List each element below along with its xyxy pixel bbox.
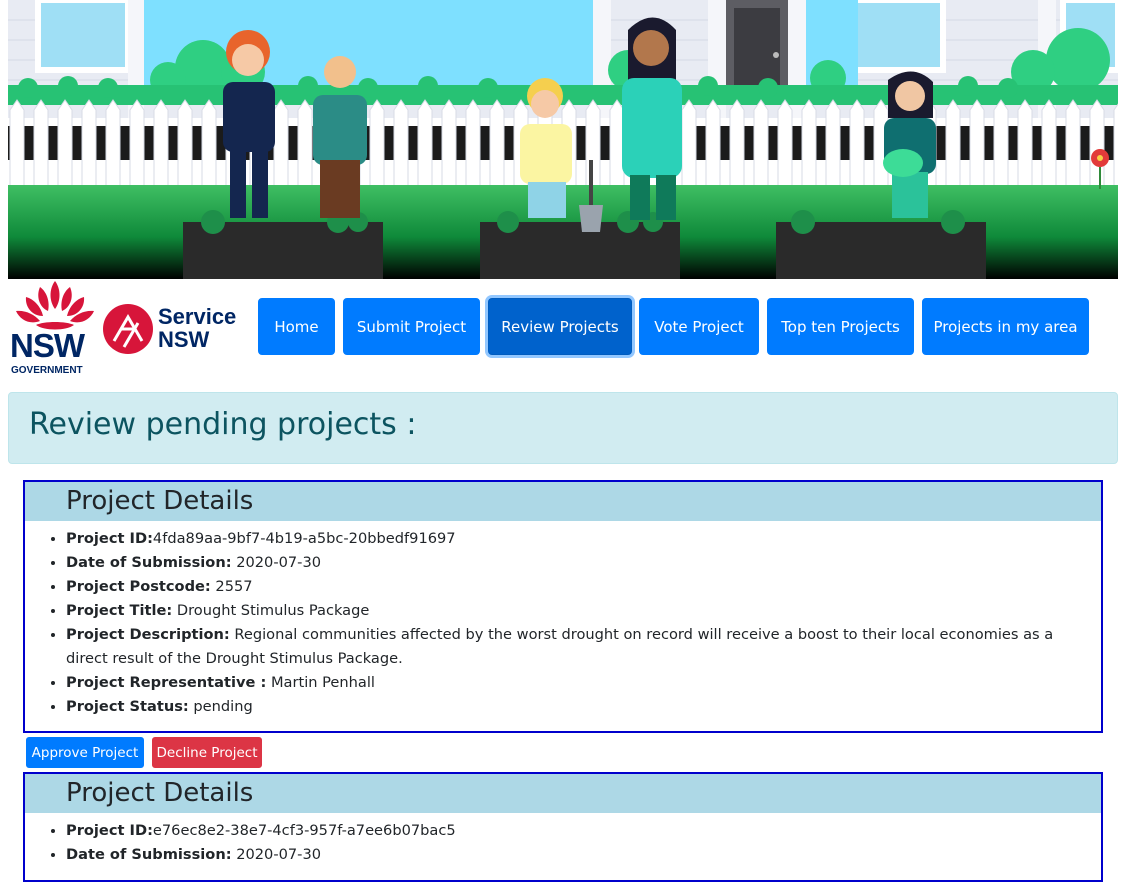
fence-picket — [9, 99, 25, 187]
approve-project-button[interactable]: Approve Project — [26, 737, 144, 768]
project-postcode-value: 2557 — [215, 578, 253, 595]
nav-projects-in-my-area-button[interactable]: Projects in my area — [922, 298, 1089, 355]
project-status-value: pending — [193, 698, 253, 715]
nav-review-projects-button[interactable]: Review Projects — [488, 298, 632, 355]
project-details-list: Project ID:e76ec8e2-38e7-4cf3-957f-a7ee6… — [25, 819, 1101, 867]
fence-picket — [609, 99, 625, 187]
project-date-item: Date of Submission: 2020-07-30 — [66, 843, 1101, 867]
project-date-label: Date of Submission: — [66, 554, 232, 571]
fence-picket — [969, 99, 985, 187]
decline-project-button[interactable]: Decline Project — [152, 737, 262, 768]
fence-picket — [489, 99, 505, 187]
fence-picket — [33, 99, 49, 187]
project-date-value: 2020-07-30 — [236, 846, 322, 863]
nav-home-button[interactable]: Home — [258, 298, 335, 355]
fence-picket — [1017, 99, 1033, 187]
fence-picket — [81, 99, 97, 187]
fence-picket — [801, 99, 817, 187]
logo-area: NSW GOVERNMENT Service NSW — [8, 279, 248, 379]
fence-picket — [1089, 99, 1105, 187]
project-id-value: e76ec8e2-38e7-4cf3-957f-a7ee6b07bac5 — [152, 822, 456, 839]
project-details-heading: Project Details — [25, 774, 1101, 813]
service-nsw-logo: Service NSW — [102, 301, 247, 357]
fence-picket — [105, 99, 121, 187]
project-representative-item: Project Representative : Martin Penhall — [66, 671, 1101, 695]
fence-picket — [825, 99, 841, 187]
project-description-label: Project Description: — [66, 626, 230, 643]
project-status-item: Project Status: pending — [66, 695, 1101, 719]
fence-picket — [153, 99, 169, 187]
nav-top-ten-projects-button[interactable]: Top ten Projects — [767, 298, 914, 355]
page-title: Review pending projects : — [29, 407, 417, 442]
fence-picket — [465, 99, 481, 187]
fence-picket — [1113, 103, 1118, 187]
page-heading-alert: Review pending projects : — [8, 392, 1118, 464]
fence-picket — [369, 99, 385, 187]
project-id-item: Project ID:e76ec8e2-38e7-4cf3-957f-a7ee6… — [66, 819, 1101, 843]
project-title-label: Project Title: — [66, 602, 173, 619]
fence-picket — [1041, 99, 1057, 187]
project-date-value: 2020-07-30 — [236, 554, 322, 571]
project-details-list: Project ID:4fda89aa-9bf7-4b19-a5bc-20bbe… — [25, 527, 1101, 719]
project-status-label: Project Status: — [66, 698, 189, 715]
fence-picket — [945, 99, 961, 187]
project-details-heading: Project Details — [25, 482, 1101, 521]
fence-picket — [993, 99, 1009, 187]
nsw-wordmark: NSW — [10, 327, 85, 364]
nav-submit-project-button[interactable]: Submit Project — [343, 298, 480, 355]
hero-banner-illustration — [8, 0, 1118, 279]
fence-picket — [129, 99, 145, 187]
project-date-label: Date of Submission: — [66, 846, 232, 863]
fence-picket — [705, 99, 721, 187]
government-wordmark: GOVERNMENT — [11, 365, 83, 376]
nsw-government-logo: NSW GOVERNMENT — [8, 279, 100, 377]
fence-picket — [777, 99, 793, 187]
fence-picket — [753, 99, 769, 187]
fence-picket — [441, 99, 457, 187]
service-wordmark-line1: Service — [158, 304, 237, 329]
project-postcode-item: Project Postcode: 2557 — [66, 575, 1101, 599]
project-id-label: Project ID: — [66, 822, 153, 839]
nav-vote-project-button[interactable]: Vote Project — [639, 298, 759, 355]
fence-picket — [177, 99, 193, 187]
fence-picket — [57, 99, 73, 187]
project-id-item: Project ID:4fda89aa-9bf7-4b19-a5bc-20bbe… — [66, 527, 1101, 551]
project-id-value: 4fda89aa-9bf7-4b19-a5bc-20bbedf91697 — [152, 530, 456, 547]
fence-picket — [729, 99, 745, 187]
project-title-item: Project Title: Drought Stimulus Package — [66, 599, 1101, 623]
project-date-item: Date of Submission: 2020-07-30 — [66, 551, 1101, 575]
fence-picket — [417, 99, 433, 187]
fence-picket — [297, 99, 313, 187]
project-representative-value: Martin Penhall — [270, 674, 375, 691]
fence-picket — [393, 99, 409, 187]
service-nsw-wordmark: Service NSW — [158, 305, 236, 351]
project-description-item: Project Description: Regional communitie… — [66, 623, 1101, 671]
fence-picket — [681, 99, 697, 187]
fence-picket — [849, 99, 865, 187]
project-representative-label: Project Representative : — [66, 674, 267, 691]
project-postcode-label: Project Postcode: — [66, 578, 211, 595]
fence-picket — [201, 99, 217, 187]
service-wordmark-line2: NSW — [158, 327, 210, 352]
fence-picket — [1065, 99, 1081, 187]
project-card: Project Details Project ID:e76ec8e2-38e7… — [23, 772, 1103, 882]
fence-picket — [273, 99, 289, 187]
project-card: Project Details Project ID:4fda89aa-9bf7… — [23, 480, 1103, 733]
project-id-label: Project ID: — [66, 530, 153, 547]
service-nsw-icon — [103, 304, 153, 354]
project-title-value: Drought Stimulus Package — [176, 602, 370, 619]
waratah-icon — [16, 281, 94, 330]
